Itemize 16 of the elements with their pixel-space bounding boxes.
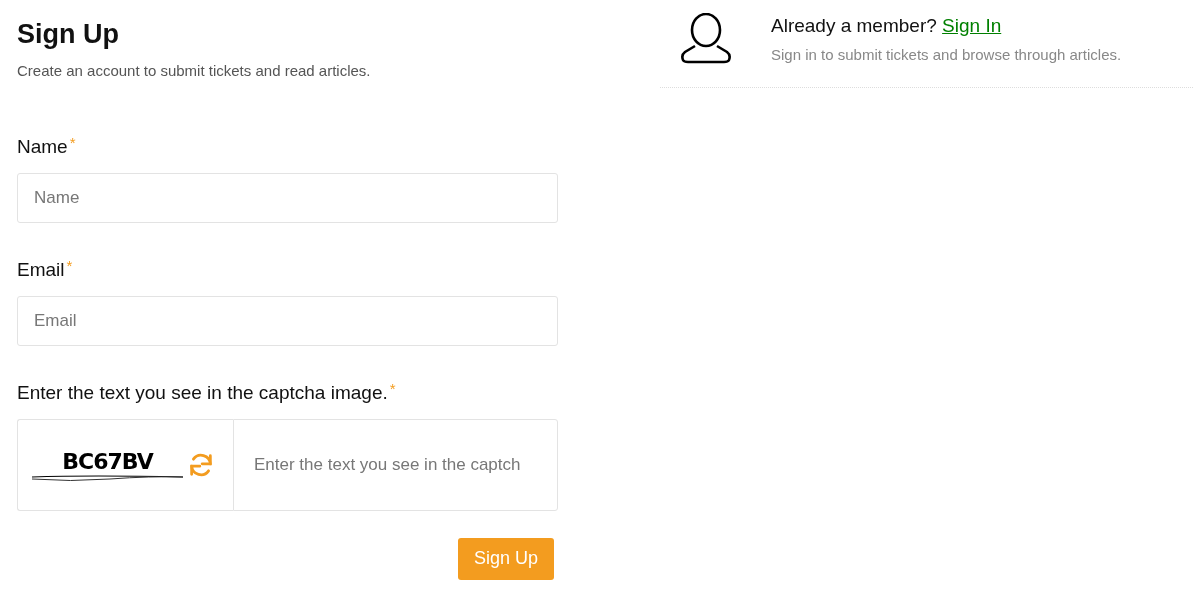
field-label: Email [17, 257, 65, 282]
required-mark: * [69, 134, 76, 151]
required-mark: * [389, 380, 396, 397]
required-mark: * [66, 257, 73, 274]
captcha-image: BC67BV [30, 447, 185, 482]
sign-in-hint: Sign in to submit tickets and browse through articles. [771, 45, 1122, 65]
member-prompt: Already a member? [771, 15, 937, 36]
page-title: Sign Up [17, 18, 120, 50]
field-label: Enter the text you see in the captcha image. [17, 380, 388, 405]
field-label: Name [17, 134, 68, 159]
text-field[interactable]: Email [17, 295, 558, 346]
user-icon [680, 13, 732, 65]
sign-in-link[interactable]: Sign In [942, 15, 1002, 36]
captcha-field[interactable]: Enter the text you see in the captch [233, 418, 558, 511]
page-subtitle: Create an account to submit tickets and read articles. [17, 61, 372, 81]
text-field[interactable]: Name [17, 172, 558, 223]
